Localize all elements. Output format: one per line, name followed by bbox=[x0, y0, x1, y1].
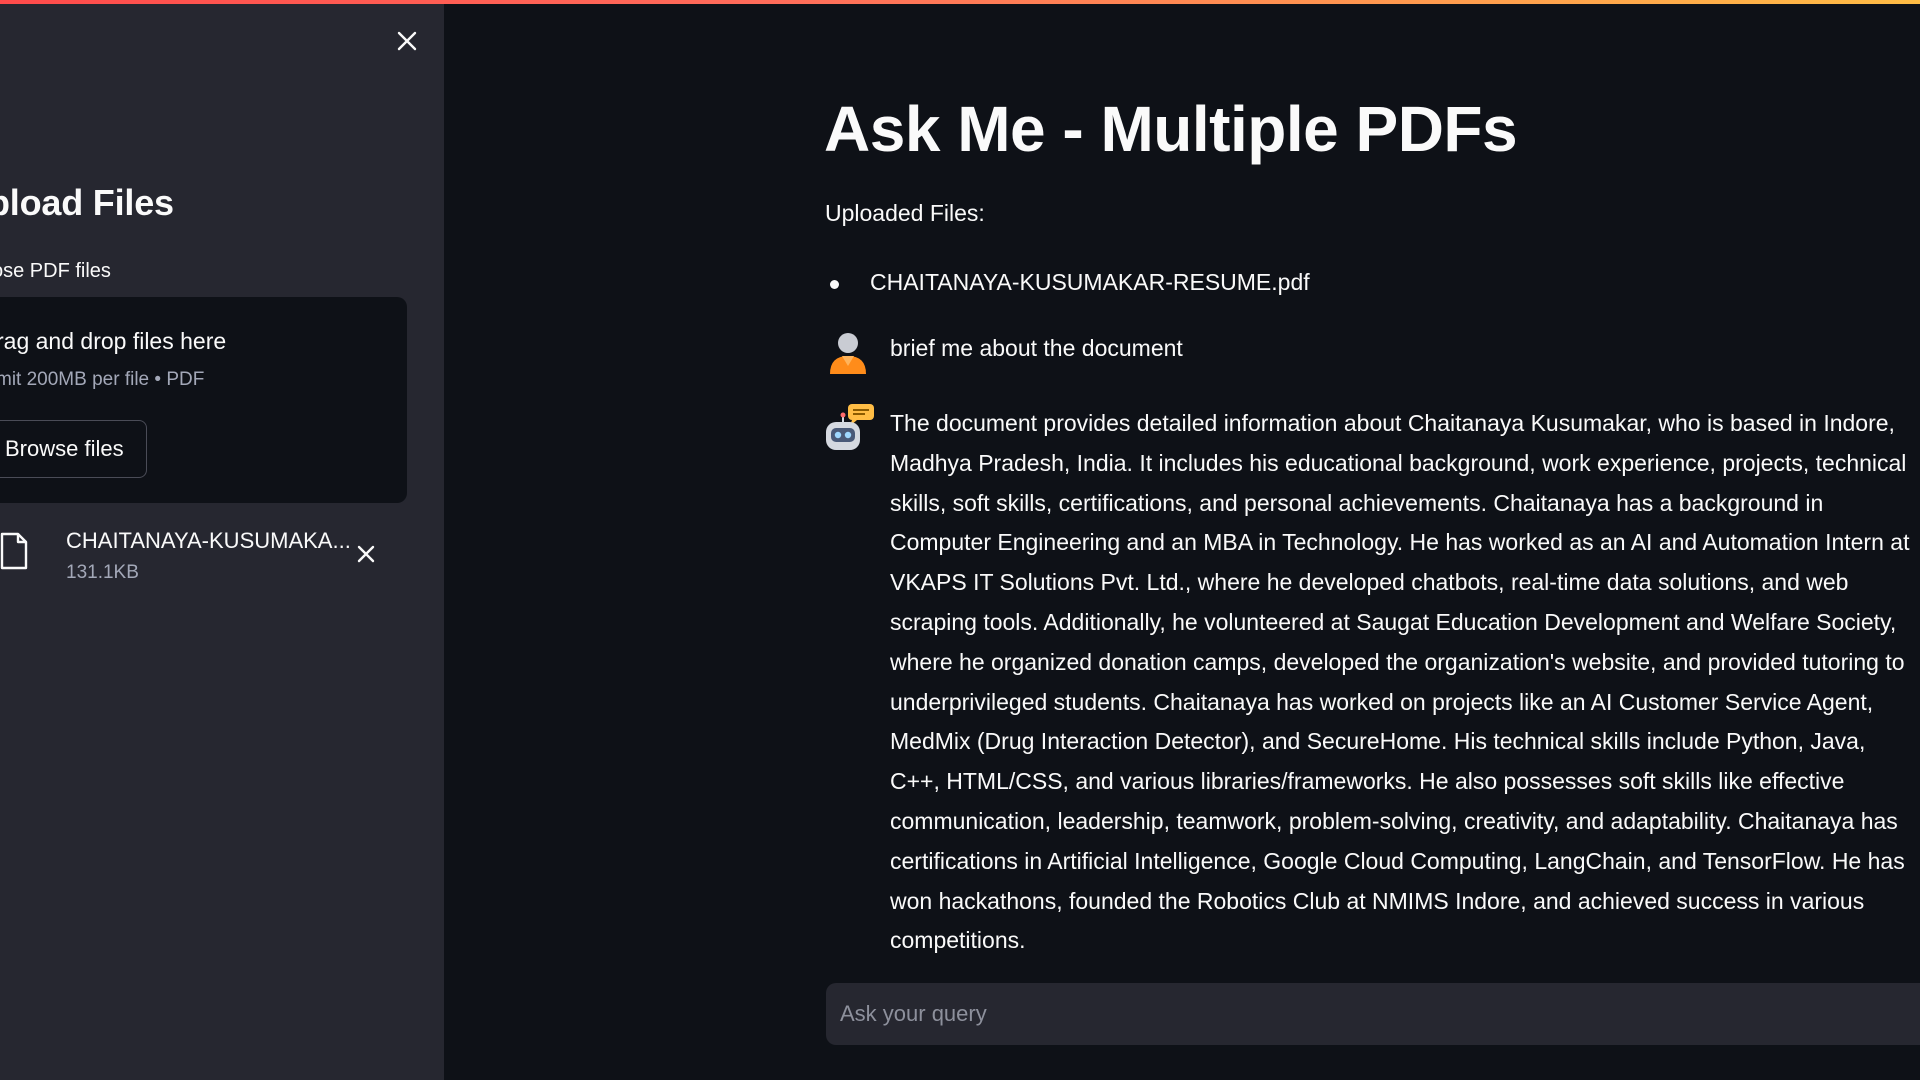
file-uploader-label: ose PDF files bbox=[0, 260, 111, 282]
chat-input-container bbox=[826, 983, 1920, 1045]
header-decoration-bar bbox=[0, 0, 1920, 4]
dropzone-instructions: rag and drop files here bbox=[0, 328, 227, 354]
uploaded-file-list-item: CHAITANAYA-KUSUMAKAR-RESUME.pdf bbox=[870, 269, 1310, 295]
sidebar: pload Files ose PDF files rag and drop f… bbox=[0, 0, 444, 1080]
page-title: Ask Me - Multiple PDFs bbox=[824, 93, 1518, 165]
list-bullet bbox=[830, 280, 839, 289]
remove-file-button[interactable] bbox=[352, 540, 380, 568]
assistant-message: The document provides detailed informati… bbox=[890, 410, 1910, 954]
uploaded-file-size: 131.1KB bbox=[66, 562, 139, 583]
close-icon bbox=[397, 31, 417, 51]
uploaded-file-item: CHAITANAYA-KUSUMAKA... 131.1KB bbox=[0, 524, 400, 590]
uploaded-files-label: Uploaded Files: bbox=[825, 200, 985, 226]
sidebar-close-button[interactable] bbox=[390, 24, 424, 58]
user-message: brief me about the document bbox=[890, 335, 1183, 361]
uploaded-file-name: CHAITANAYA-KUSUMAKA... bbox=[66, 528, 351, 553]
chat-input[interactable] bbox=[826, 983, 1920, 1045]
dropzone-limit-text: mit 200MB per file • PDF bbox=[0, 369, 205, 390]
browse-files-button[interactable]: Browse files bbox=[0, 420, 147, 478]
close-icon bbox=[357, 545, 375, 563]
sidebar-heading: pload Files bbox=[0, 182, 174, 223]
robot-avatar-icon bbox=[826, 404, 874, 450]
file-icon bbox=[0, 532, 28, 570]
user-avatar-icon bbox=[830, 333, 866, 374]
